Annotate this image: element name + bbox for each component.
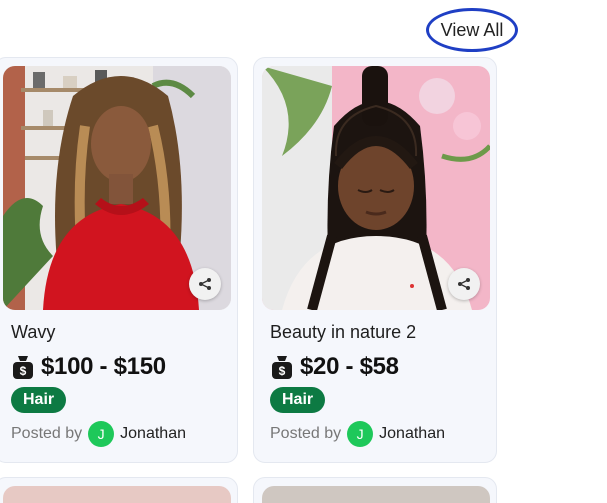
- listing-card-partial[interactable]: [253, 477, 497, 503]
- listing-card-partial[interactable]: [0, 477, 238, 503]
- avatar[interactable]: J: [88, 421, 115, 447]
- user-name[interactable]: Jonathan: [120, 425, 186, 443]
- user-name[interactable]: Jonathan: [379, 425, 445, 443]
- listing-title[interactable]: Beauty in nature 2: [270, 322, 416, 343]
- listing-card[interactable]: Beauty in nature 2 $ $20 - $58 Hair Post…: [253, 57, 497, 463]
- posted-by: Posted by J Jonathan: [270, 421, 445, 447]
- share-button[interactable]: [448, 268, 480, 300]
- category-badge[interactable]: Hair: [11, 387, 67, 413]
- listing-card[interactable]: Wavy $ $100 - $150 Hair Posted by J Jona…: [0, 57, 238, 463]
- listing-image[interactable]: [262, 486, 490, 503]
- listing-title[interactable]: Wavy: [11, 322, 55, 343]
- price-range: $100 - $150: [41, 353, 166, 380]
- price-range: $20 - $58: [300, 353, 399, 380]
- svg-text:$: $: [279, 364, 286, 378]
- price-row: $ $20 - $58: [270, 353, 399, 381]
- listing-image[interactable]: [3, 66, 231, 310]
- share-icon: [458, 278, 470, 290]
- posted-by-label: Posted by: [11, 425, 83, 442]
- share-button[interactable]: [189, 268, 221, 300]
- price-row: $ $100 - $150: [11, 353, 166, 381]
- posted-by: Posted by J Jonathan: [11, 421, 186, 447]
- category-badge[interactable]: Hair: [270, 387, 326, 413]
- view-all-link[interactable]: View All: [426, 8, 518, 52]
- posted-by-label: Posted by: [270, 425, 342, 442]
- listing-image[interactable]: [3, 486, 231, 503]
- share-icon: [199, 278, 211, 290]
- svg-text:$: $: [20, 364, 27, 378]
- money-bag-icon: $: [272, 356, 292, 379]
- page: View All Wavy $ $100 - $150 Hair Posted …: [0, 0, 607, 503]
- listing-image[interactable]: [262, 66, 490, 310]
- avatar[interactable]: J: [347, 421, 374, 447]
- money-bag-icon: $: [13, 356, 33, 379]
